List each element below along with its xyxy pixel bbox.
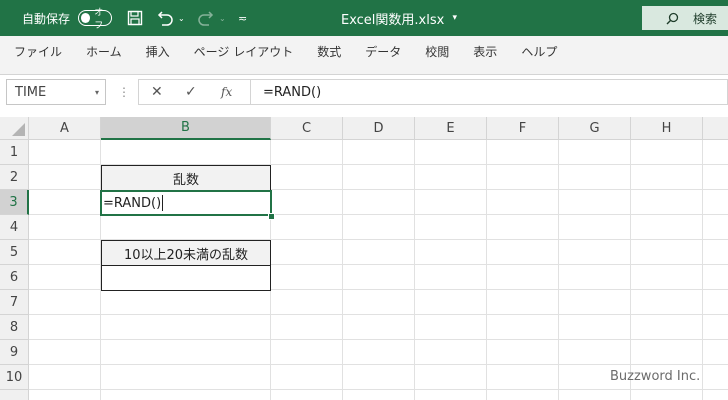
formula-input[interactable]: =RAND() bbox=[250, 79, 728, 105]
tab-home[interactable]: ホーム bbox=[74, 36, 134, 66]
cell-b3-value: =RAND() bbox=[103, 195, 162, 211]
formula-bar-resize-handle[interactable]: ⋮ bbox=[118, 85, 130, 99]
row-header-7[interactable]: 7 bbox=[0, 290, 29, 315]
tab-data[interactable]: データ bbox=[353, 36, 413, 66]
row-header-10[interactable]: 10 bbox=[0, 365, 29, 390]
row-header-5[interactable]: 5 bbox=[0, 240, 29, 265]
cell-b6[interactable] bbox=[101, 266, 271, 291]
file-name: Excel関数用.xlsx bbox=[340, 12, 445, 28]
gridline bbox=[29, 364, 728, 365]
gridline bbox=[29, 339, 728, 340]
name-box-value: TIME bbox=[15, 84, 47, 100]
gridline bbox=[630, 140, 631, 400]
row-header-6[interactable]: 6 bbox=[0, 265, 29, 290]
column-header-d[interactable]: D bbox=[343, 117, 415, 140]
column-header-h[interactable]: H bbox=[631, 117, 703, 140]
gridline bbox=[702, 140, 703, 400]
autosave-state: オフ bbox=[94, 8, 104, 31]
enter-icon[interactable]: ✓ bbox=[185, 84, 197, 100]
select-all-icon bbox=[12, 123, 25, 136]
insert-function-icon[interactable]: fx bbox=[221, 85, 232, 99]
gridline bbox=[29, 389, 728, 390]
toggle-pill[interactable]: オフ bbox=[78, 8, 112, 31]
customize-toolbar-icon[interactable]: ≂ bbox=[238, 0, 247, 36]
column-header-i[interactable] bbox=[703, 117, 728, 140]
cell-b2[interactable]: 乱数 bbox=[101, 165, 271, 191]
tab-formulas[interactable]: 数式 bbox=[305, 36, 353, 66]
column-header-g[interactable]: G bbox=[559, 117, 631, 140]
gridline bbox=[486, 140, 487, 400]
redo-dropdown-icon[interactable]: ⌄ bbox=[219, 0, 226, 36]
select-all-button[interactable] bbox=[0, 117, 29, 140]
row-header-4[interactable]: 4 bbox=[0, 215, 29, 240]
gridline bbox=[558, 140, 559, 400]
gridline bbox=[29, 314, 728, 315]
tab-view[interactable]: 表示 bbox=[461, 36, 509, 66]
name-box[interactable]: TIME ▾ bbox=[6, 79, 106, 105]
title-bar: 自動保存 オフ ⌄ ⌄ ≂ Excel関数用.xlsx ▾ 検索 bbox=[0, 0, 728, 36]
cancel-icon[interactable]: ✕ bbox=[151, 84, 163, 100]
search-box[interactable]: 検索 bbox=[642, 6, 728, 30]
tab-file[interactable]: ファイル bbox=[0, 36, 74, 66]
formula-bar: TIME ▾ ⋮ ✕ ✓ fx =RAND() bbox=[0, 75, 728, 113]
gridline bbox=[342, 140, 343, 400]
row-header-3[interactable]: 3 bbox=[0, 190, 29, 215]
column-header-a[interactable]: A bbox=[29, 117, 101, 140]
gridline bbox=[414, 140, 415, 400]
row-header-11[interactable] bbox=[0, 390, 29, 400]
tab-review[interactable]: 校閲 bbox=[413, 36, 461, 66]
autosave-toggle[interactable]: オフ bbox=[78, 0, 112, 36]
search-icon bbox=[666, 12, 679, 24]
tab-insert[interactable]: 挿入 bbox=[134, 36, 182, 66]
ribbon-divider bbox=[0, 66, 728, 75]
column-header-b[interactable]: B bbox=[101, 117, 271, 140]
tab-help[interactable]: ヘルプ bbox=[509, 36, 569, 66]
column-header-c[interactable]: C bbox=[271, 117, 343, 140]
column-header-f[interactable]: F bbox=[487, 117, 559, 140]
text-caret bbox=[162, 195, 164, 211]
row-header-9[interactable]: 9 bbox=[0, 340, 29, 365]
save-icon[interactable] bbox=[127, 0, 143, 36]
fill-handle[interactable] bbox=[268, 213, 275, 220]
toggle-knob bbox=[81, 13, 91, 23]
row-header-1[interactable]: 1 bbox=[0, 140, 29, 165]
row-header-2[interactable]: 2 bbox=[0, 165, 29, 190]
spreadsheet-grid: A B C D E F G H 1 2 3 4 5 6 7 8 9 10 乱数 … bbox=[0, 117, 728, 400]
formula-buttons: ✕ ✓ fx bbox=[138, 79, 250, 105]
chevron-down-icon[interactable]: ▾ bbox=[95, 88, 99, 97]
undo-icon[interactable] bbox=[156, 0, 174, 36]
ribbon-tabs: ファイル ホーム 挿入 ページ レイアウト 数式 データ 校閲 表示 ヘルプ bbox=[0, 36, 728, 66]
cell-b3-active[interactable]: =RAND() bbox=[100, 190, 272, 216]
cell-b5[interactable]: 10以上20未満の乱数 bbox=[101, 240, 271, 266]
undo-dropdown-icon[interactable]: ⌄ bbox=[178, 0, 185, 36]
redo-icon[interactable] bbox=[197, 0, 215, 36]
row-header-8[interactable]: 8 bbox=[0, 315, 29, 340]
column-header-e[interactable]: E bbox=[415, 117, 487, 140]
search-label: 検索 bbox=[693, 11, 718, 26]
watermark: Buzzword Inc. bbox=[610, 369, 701, 384]
file-name-dropdown-icon[interactable]: ▾ bbox=[452, 13, 457, 23]
tab-page-layout[interactable]: ページ レイアウト bbox=[182, 36, 306, 66]
autosave-label: 自動保存 bbox=[22, 11, 71, 26]
